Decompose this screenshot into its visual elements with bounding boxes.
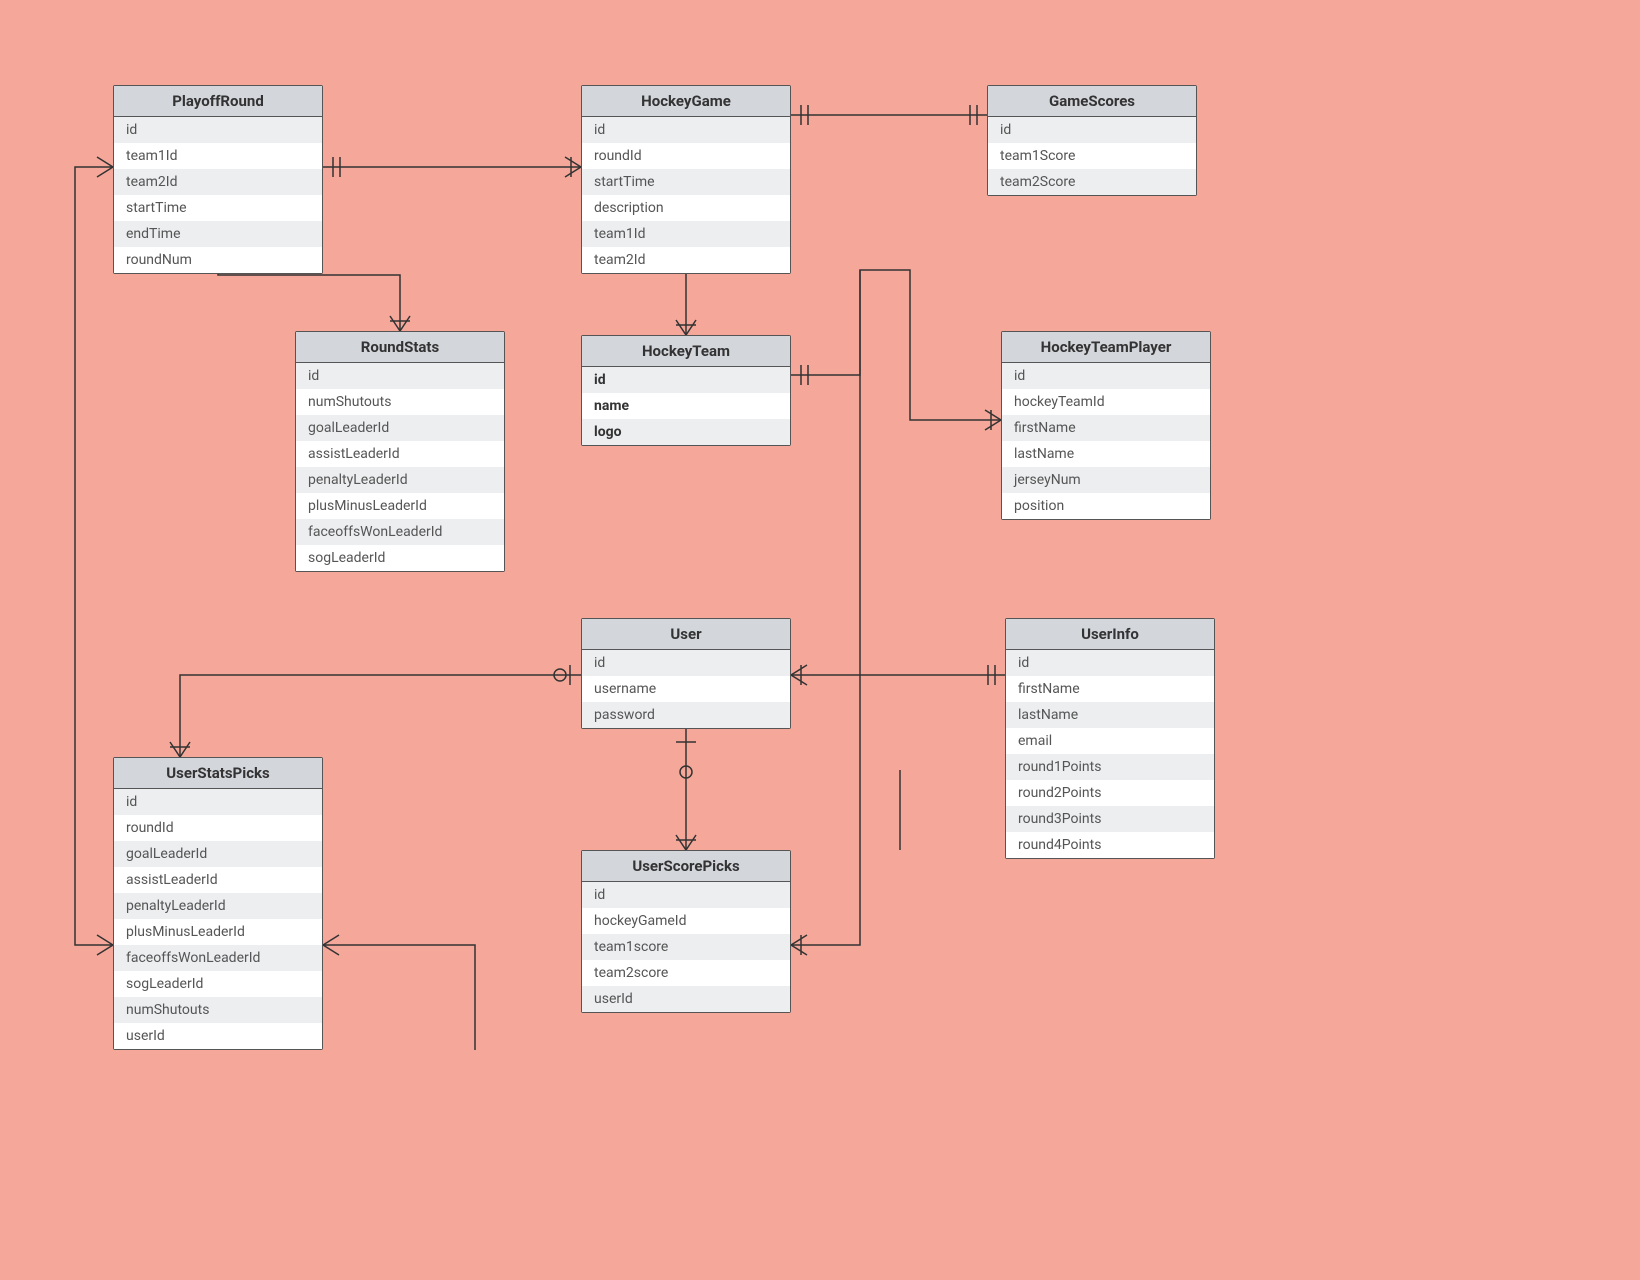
field: team2Id (114, 169, 322, 195)
field: email (1006, 728, 1214, 754)
entity-title: User (582, 619, 790, 650)
field: penaltyLeaderId (114, 893, 322, 919)
field: description (582, 195, 790, 221)
entity-fields: id roundId goalLeaderId assistLeaderId p… (114, 789, 322, 1049)
entity-title: HockeyTeam (582, 336, 790, 367)
field: id (1002, 363, 1210, 389)
field: plusMinusLeaderId (114, 919, 322, 945)
field: plusMinusLeaderId (296, 493, 504, 519)
field: team1Score (988, 143, 1196, 169)
entity-round-stats: RoundStats id numShutouts goalLeaderId a… (295, 331, 505, 572)
field: endTime (114, 221, 322, 247)
entity-title: PlayoffRound (114, 86, 322, 117)
field: round2Points (1006, 780, 1214, 806)
field: username (582, 676, 790, 702)
field: team1score (582, 934, 790, 960)
field: goalLeaderId (114, 841, 322, 867)
entity-fields: id hockeyTeamId firstName lastName jerse… (1002, 363, 1210, 519)
entity-title: UserInfo (1006, 619, 1214, 650)
field: id (582, 882, 790, 908)
field: lastName (1002, 441, 1210, 467)
field: sogLeaderId (114, 971, 322, 997)
field: logo (582, 419, 790, 445)
entity-user: User id username password (581, 618, 791, 729)
field: roundId (114, 815, 322, 841)
entity-hockey-team: HockeyTeam id name logo (581, 335, 791, 446)
field: id (582, 117, 790, 143)
field: goalLeaderId (296, 415, 504, 441)
field: password (582, 702, 790, 728)
entity-user-info: UserInfo id firstName lastName email rou… (1005, 618, 1215, 859)
field: id (582, 367, 790, 393)
field: team1Id (114, 143, 322, 169)
field: userId (582, 986, 790, 1012)
entity-title: UserScorePicks (582, 851, 790, 882)
entity-fields: id name logo (582, 367, 790, 445)
field: roundId (582, 143, 790, 169)
entity-title: GameScores (988, 86, 1196, 117)
entity-playoff-round: PlayoffRound id team1Id team2Id startTim… (113, 85, 323, 274)
entity-hockey-game: HockeyGame id roundId startTime descript… (581, 85, 791, 274)
field: lastName (1006, 702, 1214, 728)
entity-fields: id firstName lastName email round1Points… (1006, 650, 1214, 858)
field: team1Id (582, 221, 790, 247)
field: id (114, 117, 322, 143)
field: startTime (114, 195, 322, 221)
field: id (582, 650, 790, 676)
field: id (1006, 650, 1214, 676)
field: id (988, 117, 1196, 143)
field: team2score (582, 960, 790, 986)
entity-title: RoundStats (296, 332, 504, 363)
entity-title: HockeyTeamPlayer (1002, 332, 1210, 363)
field: assistLeaderId (296, 441, 504, 467)
field: numShutouts (114, 997, 322, 1023)
entity-fields: id team1Id team2Id startTime endTime rou… (114, 117, 322, 273)
field: startTime (582, 169, 790, 195)
field: hockeyGameId (582, 908, 790, 934)
field: firstName (1002, 415, 1210, 441)
field: id (296, 363, 504, 389)
entity-title: UserStatsPicks (114, 758, 322, 789)
entity-fields: id username password (582, 650, 790, 728)
field: hockeyTeamId (1002, 389, 1210, 415)
field: id (114, 789, 322, 815)
entity-user-stats-picks: UserStatsPicks id roundId goalLeaderId a… (113, 757, 323, 1050)
entity-hockey-team-player: HockeyTeamPlayer id hockeyTeamId firstNa… (1001, 331, 1211, 520)
field: team2Score (988, 169, 1196, 195)
field: roundNum (114, 247, 322, 273)
field: name (582, 393, 790, 419)
field: faceoffsWonLeaderId (114, 945, 322, 971)
field: round3Points (1006, 806, 1214, 832)
entity-fields: id roundId startTime description team1Id… (582, 117, 790, 273)
entity-title: HockeyGame (582, 86, 790, 117)
entity-game-scores: GameScores id team1Score team2Score (987, 85, 1197, 196)
field: firstName (1006, 676, 1214, 702)
field: round4Points (1006, 832, 1214, 858)
entity-fields: id numShutouts goalLeaderId assistLeader… (296, 363, 504, 571)
field: sogLeaderId (296, 545, 504, 571)
entity-user-score-picks: UserScorePicks id hockeyGameId team1scor… (581, 850, 791, 1013)
field: jerseyNum (1002, 467, 1210, 493)
field: faceoffsWonLeaderId (296, 519, 504, 545)
field: numShutouts (296, 389, 504, 415)
entity-fields: id team1Score team2Score (988, 117, 1196, 195)
field: assistLeaderId (114, 867, 322, 893)
field: penaltyLeaderId (296, 467, 504, 493)
entity-fields: id hockeyGameId team1score team2score us… (582, 882, 790, 1012)
field: team2Id (582, 247, 790, 273)
field: position (1002, 493, 1210, 519)
field: userId (114, 1023, 322, 1049)
field: round1Points (1006, 754, 1214, 780)
